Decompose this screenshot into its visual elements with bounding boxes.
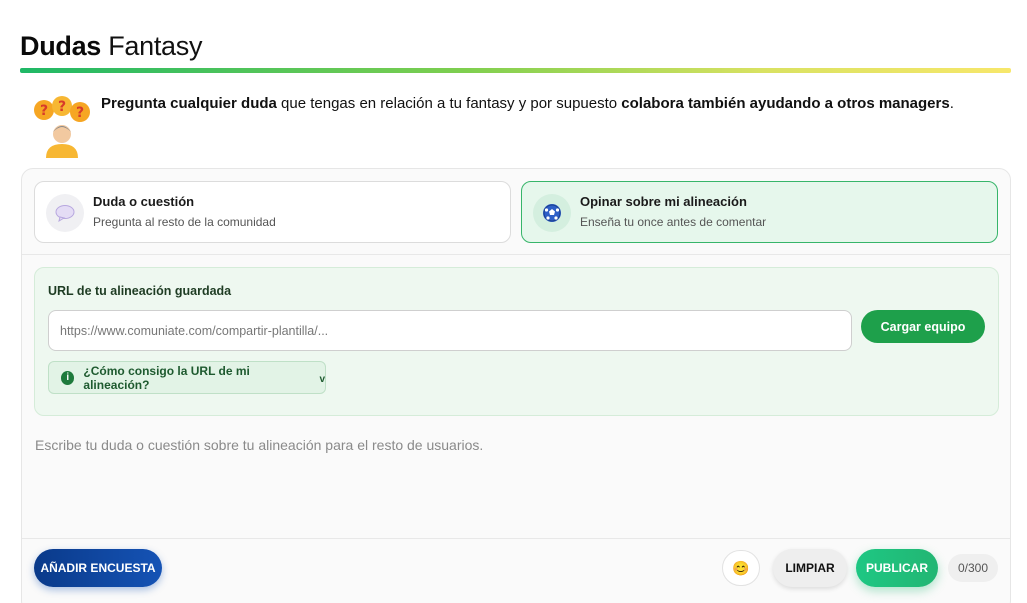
lineup-url-panel: URL de tu alineación guardada Cargar equ…: [34, 267, 999, 416]
clear-button[interactable]: LIMPIAR: [773, 549, 847, 587]
page-header: Dudas Fantasy: [20, 30, 1011, 73]
page-title-bold: Dudas: [20, 31, 102, 61]
option-duda-title: Duda o cuestión: [93, 194, 195, 209]
option-alineacion[interactable]: Opinar sobre mi alineación Enseña tu onc…: [521, 181, 998, 243]
speech-bubble-icon: [46, 194, 84, 232]
intro-text-2: .: [949, 95, 954, 112]
load-team-button[interactable]: Cargar equipo: [861, 310, 985, 343]
option-alineacion-title: Opinar sobre mi alineación: [580, 194, 747, 209]
svg-text:?: ?: [76, 105, 84, 121]
option-duda-subtitle: Pregunta al resto de la comunidad: [93, 215, 276, 229]
thinking-manager-icon: ? ? ?: [34, 96, 90, 158]
option-duda[interactable]: Duda o cuestión Pregunta al resto de la …: [34, 181, 511, 243]
emoji-icon: 😊: [732, 559, 750, 576]
emoji-button[interactable]: 😊: [722, 550, 760, 586]
url-label: URL de tu alineación guardada: [48, 284, 232, 298]
svg-text:?: ?: [58, 99, 66, 115]
lineup-url-input[interactable]: [48, 310, 852, 351]
intro-text: Pregunta cualquier duda que tengas en re…: [101, 92, 981, 115]
info-icon: i: [61, 370, 75, 385]
intro-text-1: que tengas en relación a tu fantasy y po…: [276, 95, 622, 112]
post-composer: Duda o cuestión Pregunta al resto de la …: [21, 168, 1011, 603]
soccer-ball-icon: [533, 194, 571, 232]
character-counter: 0/300: [948, 554, 998, 582]
url-help-text: ¿Cómo consigo la URL de mi alineación?: [83, 363, 250, 392]
question-textarea[interactable]: [35, 437, 995, 527]
chevron-down-icon: v: [319, 374, 325, 385]
toolbar-divider: [22, 538, 1010, 539]
page-title-light: Fantasy: [108, 31, 203, 61]
title-underline: [20, 68, 1011, 73]
url-help-toggle[interactable]: i ¿Cómo consigo la URL de mi alineación?…: [48, 361, 326, 394]
svg-text:?: ?: [40, 103, 48, 119]
option-alineacion-subtitle: Enseña tu once antes de comentar: [580, 215, 767, 229]
intro-bold-2: colabora también ayudando a otros manage…: [621, 95, 950, 112]
section-divider: [22, 254, 1010, 255]
page-title: Dudas Fantasy: [20, 30, 1011, 62]
publish-button[interactable]: PUBLICAR: [856, 549, 938, 587]
add-poll-button[interactable]: AÑADIR ENCUESTA: [34, 549, 162, 587]
intro-bold-1: Pregunta cualquier duda: [101, 95, 277, 112]
intro-section: ? ? ? Pregunta cualquier duda que tengas…: [28, 92, 988, 162]
